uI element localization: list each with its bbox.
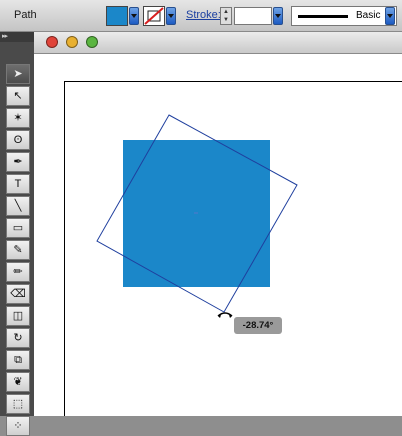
rotate-tool-button[interactable]: ↻: [6, 328, 30, 348]
warp-tool-icon: ❦: [13, 376, 23, 388]
close-window-button[interactable]: [46, 36, 58, 48]
blob-brush-tool-icon: ⌫: [10, 288, 26, 300]
magic-wand-tool-button[interactable]: ✶: [6, 108, 30, 128]
stroke-weight-field[interactable]: [234, 7, 272, 25]
free-transform-tool-button[interactable]: ⬚: [6, 394, 30, 414]
stroke-weight-dropdown-arrow[interactable]: [273, 7, 283, 25]
collapse-panels-icon[interactable]: ▸▸: [2, 32, 8, 40]
rotate-tool-icon: ↻: [13, 332, 23, 344]
brush-definition-field[interactable]: Basic: [291, 6, 397, 26]
selection-type-label: Path: [14, 9, 37, 21]
rotate-cursor-icon: [217, 312, 233, 318]
pen-tool-icon: ✒: [13, 156, 23, 168]
line-segment-tool-button[interactable]: ╲: [6, 196, 30, 216]
stroke-weight-stepper[interactable]: ▲ ▼: [220, 7, 232, 25]
lasso-tool-button[interactable]: ʘ: [6, 130, 30, 150]
stroke-dropdown-arrow[interactable]: [166, 7, 176, 25]
document-title-bar: [34, 32, 402, 54]
free-transform-tool-icon: ⬚: [12, 398, 24, 410]
brush-stroke-preview: [298, 15, 348, 18]
scale-tool-icon: ⧉: [14, 354, 22, 366]
paintbrush-tool-button[interactable]: ✎: [6, 240, 30, 260]
brush-profile-label: Basic: [356, 10, 381, 21]
stroke-color-swatch[interactable]: [143, 6, 165, 26]
selection-tool-button[interactable]: ➤: [6, 64, 30, 84]
brush-dropdown-arrow[interactable]: [385, 7, 395, 25]
rectangle-tool-button[interactable]: ▭: [6, 218, 30, 238]
pencil-tool-button[interactable]: ✏: [6, 262, 30, 282]
document-canvas[interactable]: [34, 54, 402, 416]
minimize-window-button[interactable]: [66, 36, 78, 48]
eraser-tool-icon: ◫: [12, 310, 24, 322]
fill-dropdown-arrow[interactable]: [129, 7, 139, 25]
artwork: [96, 114, 298, 318]
scale-tool-button[interactable]: ⧉: [6, 350, 30, 370]
symbol-sprayer-tool-button[interactable]: ⁘: [6, 416, 30, 436]
stroke-label-link[interactable]: Stroke:: [186, 9, 221, 21]
none-color-icon: [144, 7, 164, 25]
direct-selection-tool-icon: ↖: [13, 90, 23, 102]
fill-color-swatch[interactable]: [106, 6, 128, 26]
type-tool-icon: T: [14, 178, 22, 190]
control-bar: Path Stroke: ▲ ▼ Basic: [0, 0, 402, 32]
rectangle-tool-icon: ▭: [12, 222, 24, 234]
lasso-tool-icon: ʘ: [13, 134, 23, 146]
tools-panel: ➤ ↖ ✶ ʘ ✒ T ╲ ▭ ✎ ✏ ⌫ ◫ ↻ ⧉ ❦ ⬚ ⁘: [0, 42, 34, 436]
rotation-angle-tooltip: -28.74°: [234, 317, 282, 334]
line-segment-tool-icon: ╲: [14, 200, 22, 212]
paintbrush-tool-icon: ✎: [13, 244, 23, 256]
zoom-window-button[interactable]: [86, 36, 98, 48]
warp-tool-button[interactable]: ❦: [6, 372, 30, 392]
symbol-sprayer-tool-icon: ⁘: [13, 420, 23, 432]
magic-wand-tool-icon: ✶: [13, 112, 23, 124]
pen-tool-button[interactable]: ✒: [6, 152, 30, 172]
pencil-tool-icon: ✏: [13, 266, 23, 278]
selection-tool-icon: ➤: [13, 68, 23, 80]
type-tool-button[interactable]: T: [6, 174, 30, 194]
direct-selection-tool-button[interactable]: ↖: [6, 86, 30, 106]
eraser-tool-button[interactable]: ◫: [6, 306, 30, 326]
blob-brush-tool-button[interactable]: ⌫: [6, 284, 30, 304]
